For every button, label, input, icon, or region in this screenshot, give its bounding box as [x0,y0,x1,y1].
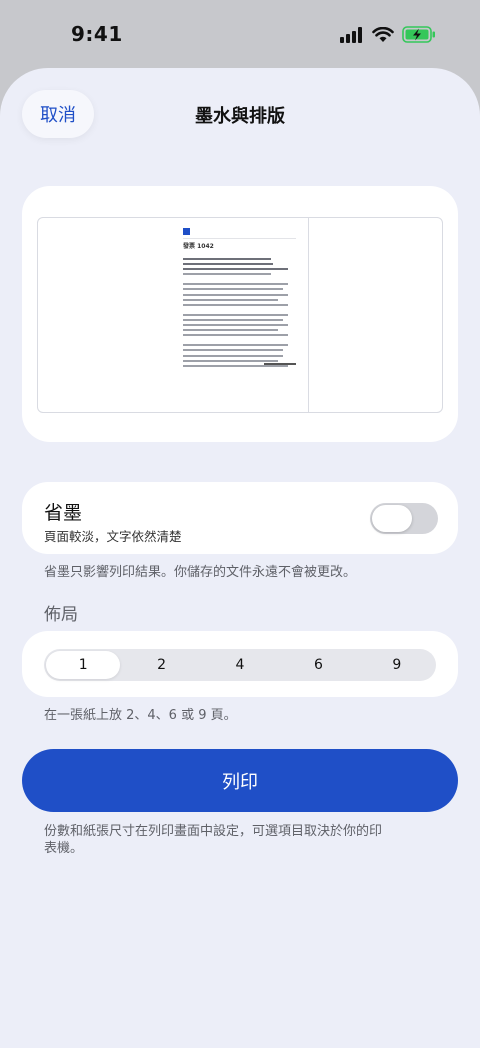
layout-card: 12469 [22,631,458,697]
battery-charging-icon [402,26,435,43]
pages-per-sheet-segmented-control: 12469 [44,649,436,681]
document-text-lines [183,258,303,370]
toggle-knob [372,505,412,532]
ink-layout-sheet: 取消 墨水與排版 發票 1042 省墨 頁面較淡，文字依然清楚 省墨只影響列印結… [0,68,480,1048]
print-footnote: 份數和紙張尺寸在列印畫面中設定，可選項目取決於你的印表機。 [44,824,383,856]
print-preview: 發票 1042 [37,217,443,413]
layout-option-1[interactable]: 1 [46,651,121,679]
document-text-line [183,354,283,357]
document-header-rule [183,238,296,239]
layout-option-6[interactable]: 6 [281,651,355,679]
layout-option-9[interactable]: 9 [360,651,434,679]
layout-note: 在一張紙上放 2、4、6 或 9 頁。 [44,708,237,723]
document-text-line [183,349,283,352]
status-icons [340,26,436,43]
layout-option-2[interactable]: 2 [124,651,198,679]
ink-saver-toggle[interactable] [370,503,438,534]
ink-saver-subtitle: 頁面較淡，文字依然清楚 [44,529,182,544]
document-signature-line [264,363,296,365]
wifi-icon [372,26,394,42]
ink-saver-note: 省墨只影響列印結果。你儲存的文件永遠不會被更改。 [44,565,357,580]
print-button[interactable]: 列印 [22,749,458,812]
status-bar: 9:41 [0,0,480,70]
ink-saver-card: 省墨 頁面較淡，文字依然清楚 [22,482,458,554]
document-text-line [183,303,288,306]
document-text-line [183,324,288,327]
status-time: 9:41 [71,22,123,46]
cellular-signal-icon [340,26,362,43]
ink-saver-title: 省墨 [44,502,83,524]
document-text-line [183,298,278,301]
print-preview-card: 發票 1042 [22,186,458,442]
document-logo [183,228,190,235]
document-text-line [183,288,283,291]
document-text-line [183,313,288,316]
document-text-line [183,263,273,266]
document-text-line [183,268,288,271]
document-text-line [183,344,288,347]
document-title: 發票 1042 [183,243,214,250]
document-text-line [183,334,288,337]
document-text-line [183,283,288,286]
document-text-line [183,359,278,362]
document-text-line [183,329,278,332]
document-text-line [183,293,288,296]
layout-section-label: 佈局 [44,605,78,625]
sheet-title: 墨水與排版 [195,106,285,127]
document-text-line [183,258,271,260]
document-text-line [183,273,271,276]
document-text-line [183,318,283,321]
layout-option-4[interactable]: 4 [203,651,277,679]
page-divider [308,218,309,412]
